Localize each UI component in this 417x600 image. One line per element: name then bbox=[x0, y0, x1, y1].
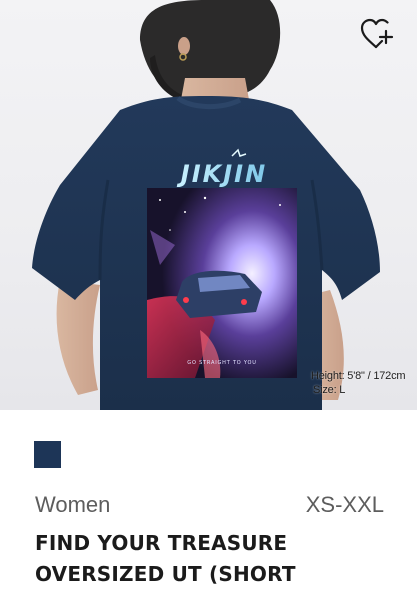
wishlist-button[interactable] bbox=[357, 14, 397, 54]
model-info: Height: 5'8" / 172cm Size: L bbox=[311, 369, 406, 397]
product-info: Women XS-XXL FIND YOUR TREASURE OVERSIZE… bbox=[0, 410, 417, 600]
shirt-graphic-print: GO STRAIGHT TO YOU bbox=[147, 188, 297, 378]
product-title[interactable]: FIND YOUR TREASURE OVERSIZED UT (SHORT bbox=[35, 528, 365, 590]
product-card[interactable]: JIKJIN GO STRAIGHT TO YOU Height: 5'8" /… bbox=[0, 0, 417, 600]
product-title-line-1: FIND YOUR TREASURE bbox=[35, 531, 288, 555]
product-image[interactable]: JIKJIN GO STRAIGHT TO YOU Height: 5'8" /… bbox=[0, 0, 417, 410]
model-photo: JIKJIN GO STRAIGHT TO YOU bbox=[32, 0, 380, 410]
product-size-range: XS-XXL bbox=[305, 492, 384, 517]
color-swatch-navy[interactable] bbox=[34, 441, 61, 468]
model-size-label: Size: L bbox=[313, 384, 346, 396]
heart-plus-icon bbox=[360, 18, 394, 49]
model-height-label: Height: 5'8" / 172cm bbox=[311, 370, 406, 382]
product-meta: Women XS-XXL bbox=[35, 492, 384, 518]
svg-text:GO STRAIGHT TO YOU: GO STRAIGHT TO YOU bbox=[187, 360, 256, 366]
product-category: Women bbox=[35, 492, 111, 517]
svg-text:JIKJIN: JIKJIN bbox=[177, 160, 267, 188]
product-title-line-2: OVERSIZED UT (SHORT bbox=[35, 562, 296, 586]
